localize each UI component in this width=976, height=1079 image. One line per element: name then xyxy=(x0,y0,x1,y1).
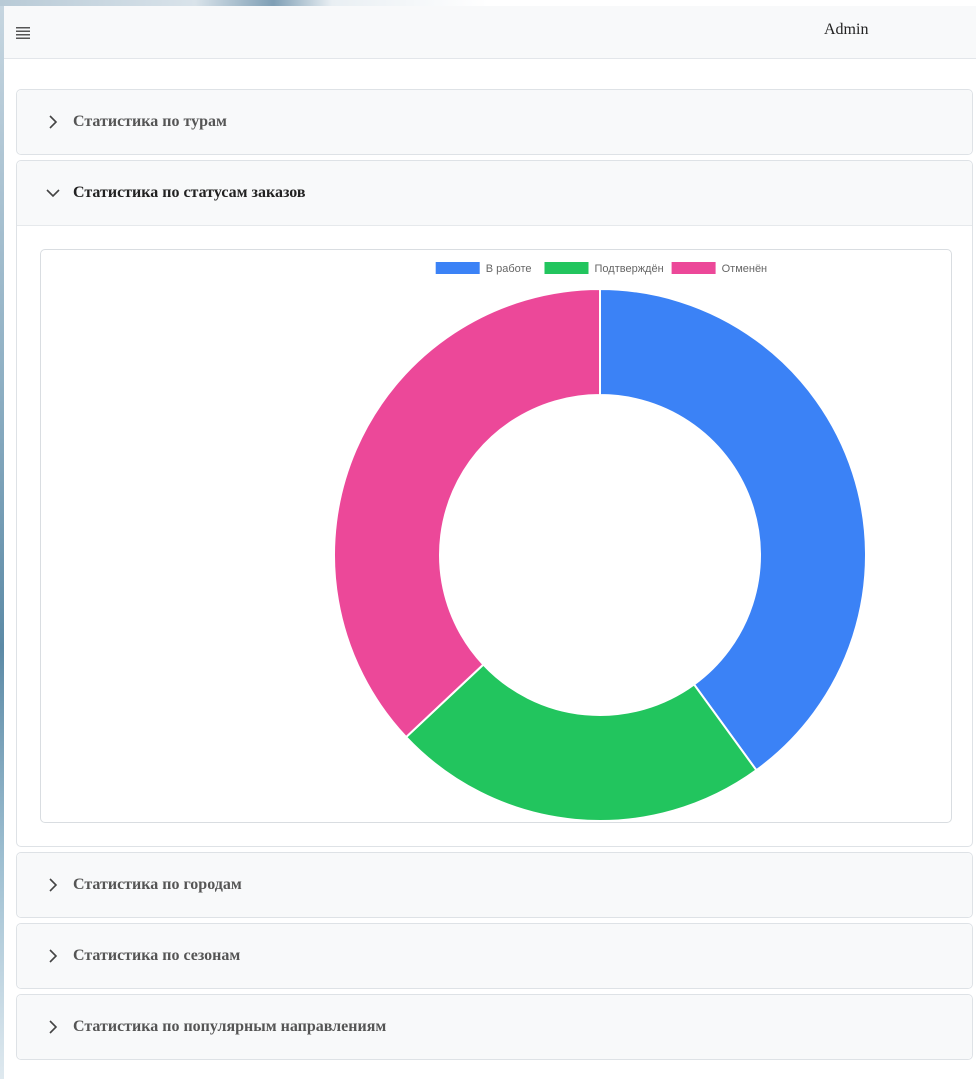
top-navbar: Admin xyxy=(4,6,976,59)
legend-label-1[interactable]: В работе xyxy=(486,263,532,275)
user-name-link[interactable]: Admin xyxy=(824,21,868,39)
accordion-title: Статистика по сезонам xyxy=(73,947,241,964)
chevron-right-icon xyxy=(45,877,61,893)
accordion-item-seasons: Статистика по сезонам xyxy=(16,923,973,989)
accordion-title: Статистика по городам xyxy=(73,876,242,893)
accordion-header-cities[interactable]: Статистика по городам xyxy=(17,853,972,917)
accordion-item-tours: Статистика по турам xyxy=(16,89,973,155)
chevron-down-icon xyxy=(45,185,61,201)
legend-label-3[interactable]: Отменён xyxy=(722,263,768,275)
order-status-chart-card: В работе Подтверждён Отменён xyxy=(40,249,952,823)
hamburger-icon xyxy=(16,27,30,39)
accordion-header-popular-destinations[interactable]: Статистика по популярным направлениям xyxy=(17,995,972,1059)
doughnut-slice-3[interactable] xyxy=(333,287,601,739)
legend-swatch-1[interactable] xyxy=(435,262,480,274)
order-status-doughnut-chart: В работе Подтверждён Отменён xyxy=(333,262,867,822)
accordion-title: Статистика по турам xyxy=(73,113,227,130)
accordion-header-seasons[interactable]: Статистика по сезонам xyxy=(17,924,972,988)
accordion-title: Статистика по популярным направлениям xyxy=(73,1018,387,1035)
accordion-header-order-statuses[interactable]: Статистика по статусам заказов xyxy=(17,161,972,226)
legend-swatch-3[interactable] xyxy=(671,262,716,274)
legend-swatch-2[interactable] xyxy=(544,262,589,274)
accordion-title: Статистика по статусам заказов xyxy=(73,184,306,201)
app-window: Admin Статистика по турам Статистика по … xyxy=(4,6,976,1079)
accordion-header-tours[interactable]: Статистика по турам xyxy=(17,90,972,154)
accordion-item-popular-destinations: Статистика по популярным направлениям xyxy=(16,994,973,1060)
chevron-right-icon xyxy=(45,948,61,964)
menu-toggle-button[interactable] xyxy=(10,20,36,46)
chevron-right-icon xyxy=(45,1019,61,1035)
chevron-right-icon xyxy=(45,114,61,130)
accordion-item-cities: Статистика по городам xyxy=(16,852,973,918)
legend-label-2[interactable]: Подтверждён xyxy=(595,263,664,275)
accordion-item-order-statuses: Статистика по статусам заказов В работе П… xyxy=(16,160,973,847)
doughnut-slice-1[interactable] xyxy=(599,287,867,772)
